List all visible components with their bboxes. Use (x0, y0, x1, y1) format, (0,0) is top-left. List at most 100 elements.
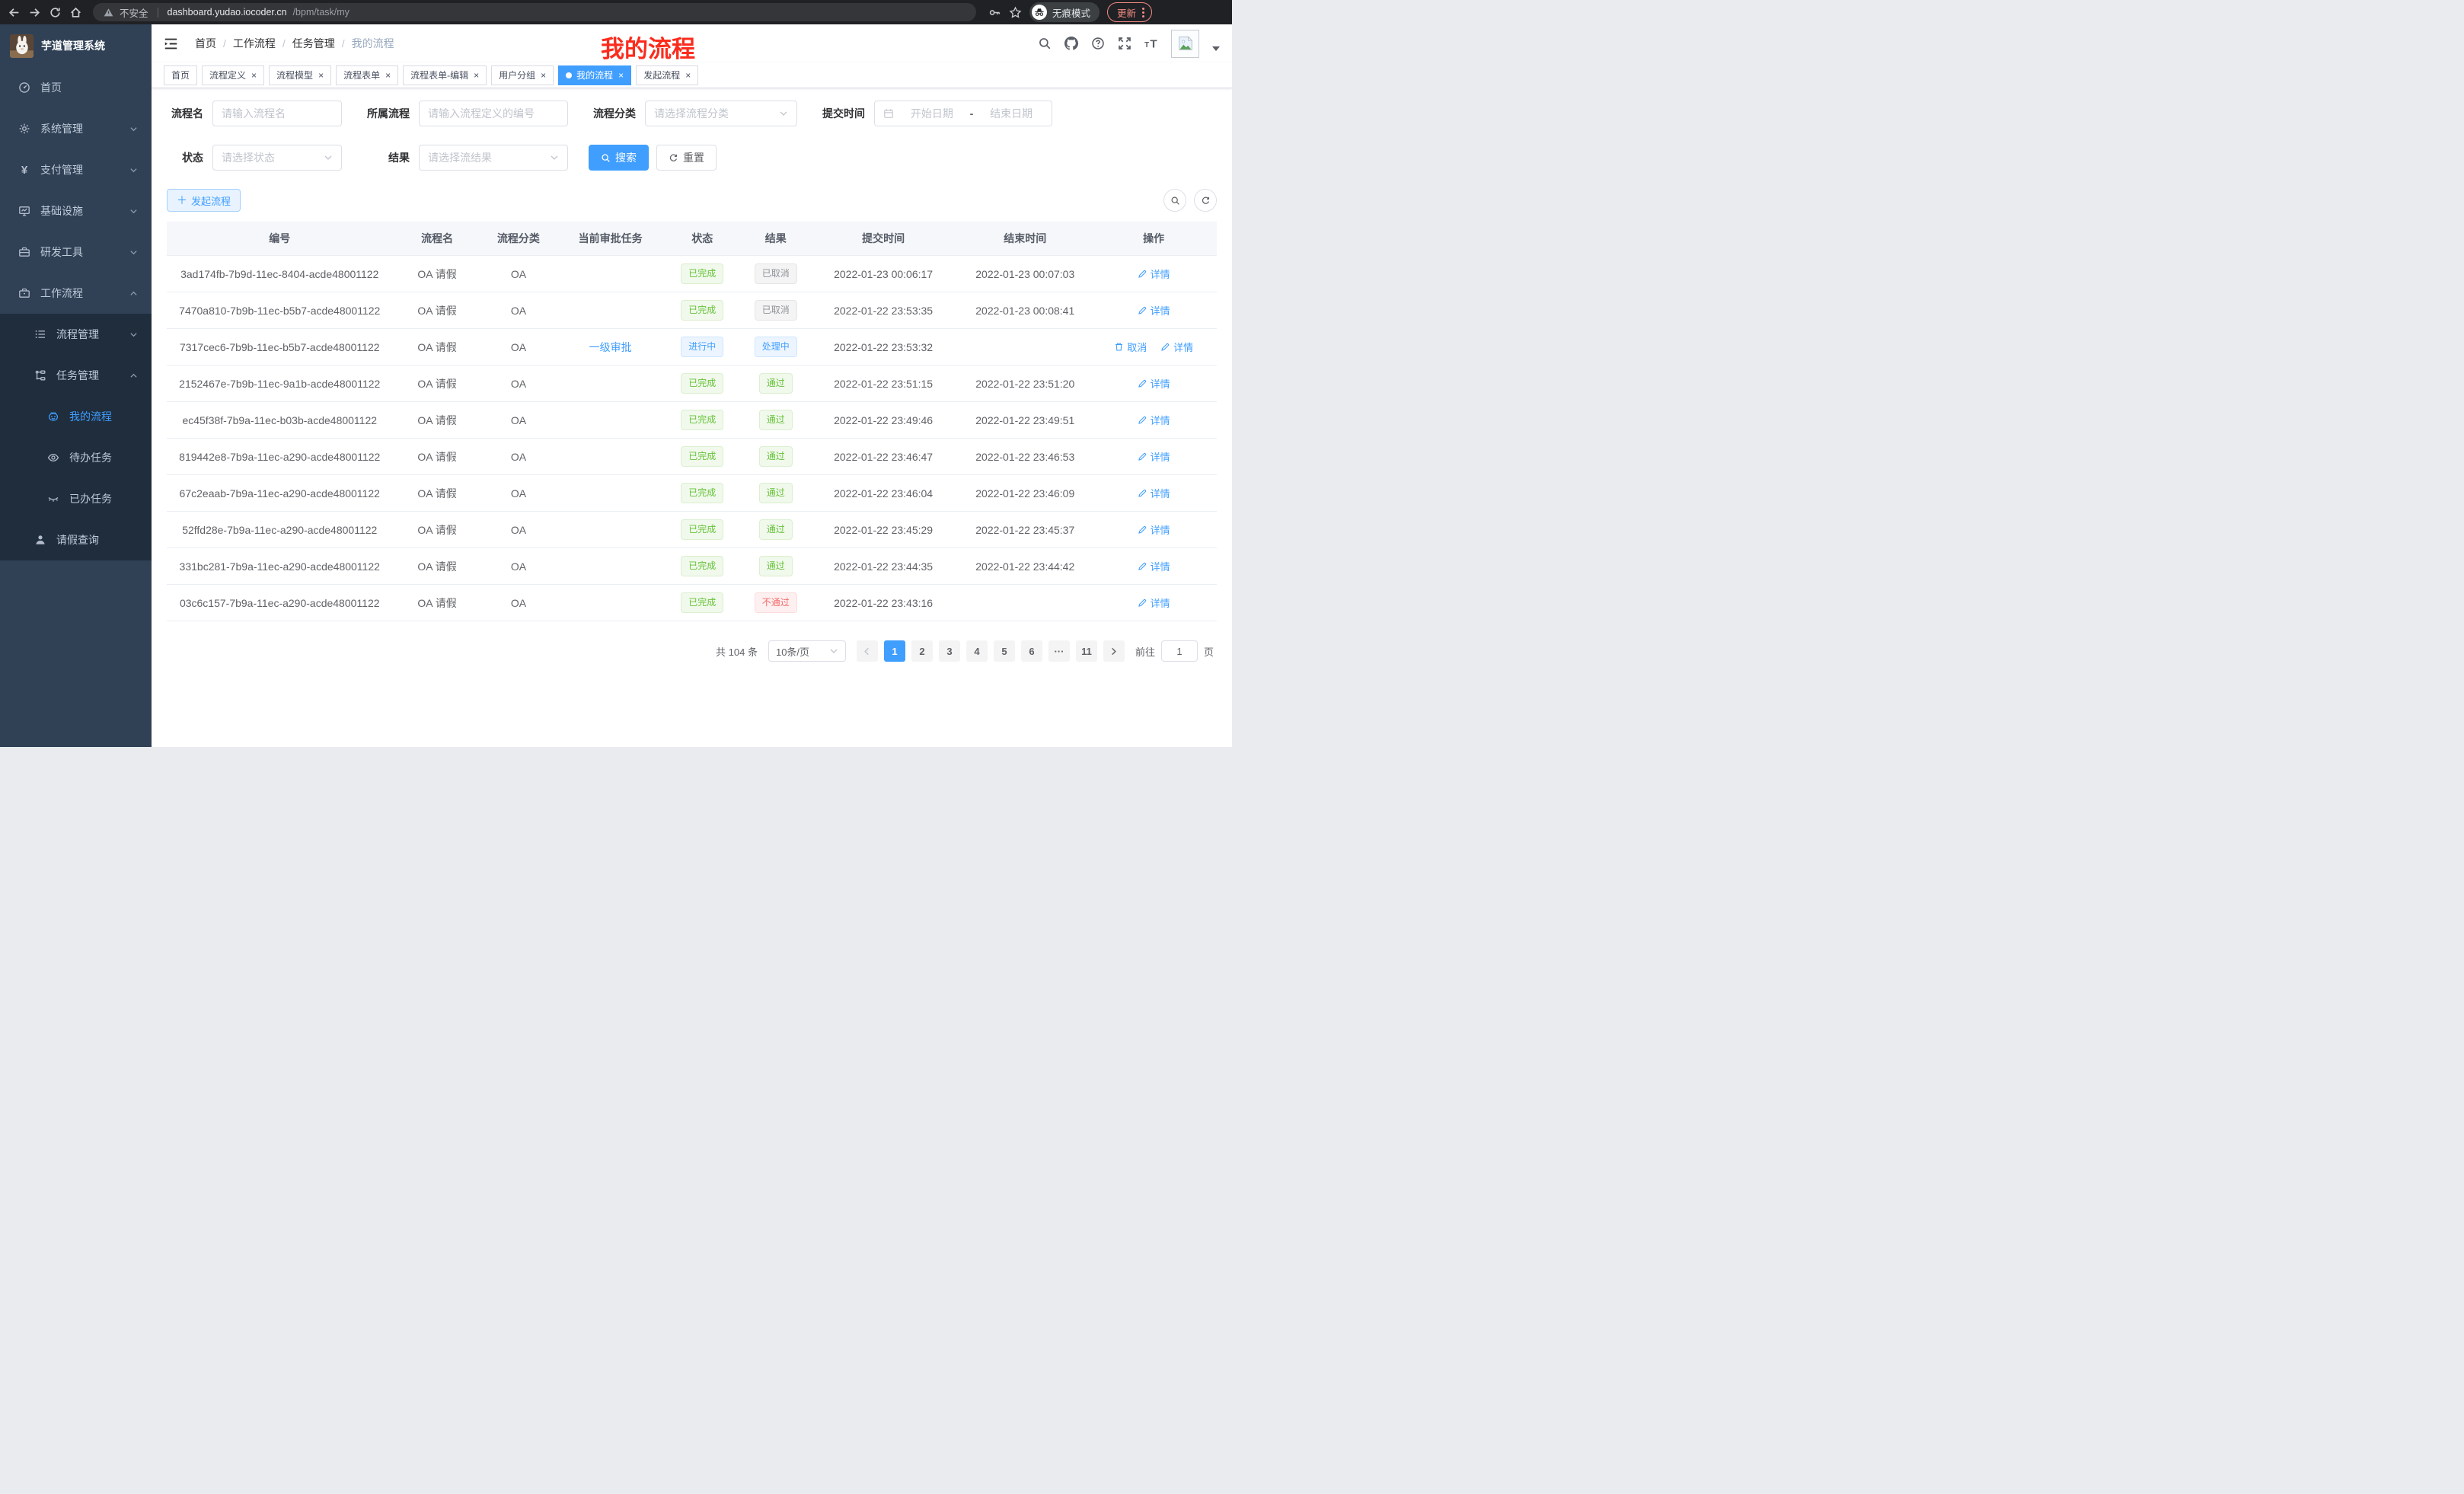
date-separator: - (970, 107, 974, 120)
avatar-caret-icon[interactable] (1212, 46, 1220, 51)
result-select[interactable] (419, 145, 568, 171)
back-icon[interactable] (8, 6, 21, 19)
status-select[interactable] (212, 145, 342, 171)
detail-action[interactable]: 详情 (1138, 486, 1170, 500)
browser-update-button[interactable]: 更新 (1107, 2, 1152, 22)
tabs-bar: 首页流程定义×流程模型×流程表单×流程表单-编辑×用户分组×我的流程×发起流程× (152, 62, 1232, 88)
github-icon[interactable] (1064, 37, 1078, 50)
plus-icon: ＋ (177, 195, 187, 206)
security-label[interactable]: 不安全 (120, 5, 148, 20)
sidebar-item-home[interactable]: 首页 (0, 67, 152, 108)
prev-page-button[interactable] (857, 640, 878, 662)
cell-status: 已完成 (665, 446, 739, 467)
tab[interactable]: 用户分组× (491, 65, 554, 85)
process-definition-input-field[interactable] (428, 107, 559, 120)
page-button[interactable]: 11 (1076, 640, 1097, 662)
address-bar[interactable]: 不安全 dashboard.yudao.iocoder.cn/bpm/task/… (93, 3, 976, 21)
tab[interactable]: 流程模型× (269, 65, 331, 85)
page-button[interactable]: 4 (966, 640, 988, 662)
category-select[interactable] (645, 101, 797, 126)
detail-action[interactable]: 详情 (1138, 449, 1170, 464)
breadcrumb-item[interactable]: 任务管理 (292, 36, 335, 51)
detail-action[interactable]: 详情 (1138, 376, 1170, 391)
page-button[interactable]: 2 (911, 640, 933, 662)
font-size-icon[interactable]: TT (1144, 37, 1158, 50)
show-search-button[interactable] (1163, 189, 1186, 212)
app-logo[interactable]: 芋道管理系统 (0, 24, 152, 67)
submit-time-range-picker[interactable]: 开始日期 - 结束日期 (874, 101, 1052, 126)
detail-action[interactable]: 详情 (1160, 340, 1193, 354)
reload-icon[interactable] (49, 6, 62, 19)
fullscreen-icon[interactable] (1118, 37, 1131, 50)
sidebar-item-system[interactable]: 系统管理 (0, 108, 152, 149)
cancel-action[interactable]: 取消 (1114, 340, 1147, 354)
browser-menu-icon[interactable] (1142, 8, 1144, 18)
sidebar-item-workflow[interactable]: 工作流程 (0, 273, 152, 314)
sidebar-item-done-task[interactable]: 已办任务 (0, 478, 152, 519)
process-name-input-field[interactable] (222, 107, 333, 120)
sidebar-item-my-process[interactable]: 我的流程 (0, 396, 152, 437)
annotation-overlay: 我的流程 (601, 30, 695, 64)
page-size-select[interactable]: 10条/页 (768, 640, 846, 662)
sidebar-item-infra[interactable]: 基础设施 (0, 190, 152, 231)
bookmark-star-icon[interactable] (1009, 6, 1022, 19)
detail-action[interactable]: 详情 (1138, 522, 1170, 537)
process-name-input[interactable] (212, 101, 342, 126)
detail-action[interactable]: 详情 (1138, 595, 1170, 610)
tab[interactable]: 流程表单-编辑× (403, 65, 487, 85)
tab-close-icon[interactable]: × (385, 71, 391, 80)
sidebar-item-process-mgmt[interactable]: 流程管理 (0, 314, 152, 355)
tab-close-icon[interactable]: × (474, 71, 479, 80)
search-button[interactable]: 搜索 (589, 145, 649, 171)
result-badge: 已取消 (755, 300, 797, 321)
tab[interactable]: 发起流程× (636, 65, 698, 85)
sidebar-item-task-mgmt[interactable]: 任务管理 (0, 355, 152, 396)
category-select-field[interactable] (654, 107, 779, 120)
end-date-placeholder[interactable]: 结束日期 (979, 106, 1043, 121)
password-key-icon[interactable] (988, 6, 1001, 19)
tab-close-icon[interactable]: × (685, 71, 691, 80)
avatar[interactable] (1171, 30, 1199, 58)
process-definition-input[interactable] (419, 101, 568, 126)
filter-category: 流程分类 (589, 101, 797, 126)
detail-action[interactable]: 详情 (1138, 303, 1170, 318)
cell-result: 不通过 (739, 592, 813, 613)
status-select-field[interactable] (222, 152, 324, 164)
tab[interactable]: 流程定义× (202, 65, 264, 85)
tab[interactable]: 首页 (164, 65, 197, 85)
page-button[interactable]: 1 (884, 640, 905, 662)
sidebar-item-todo-task[interactable]: 待办任务 (0, 437, 152, 478)
breadcrumb-item[interactable]: 工作流程 (233, 36, 276, 51)
help-icon[interactable] (1091, 37, 1105, 50)
reset-button[interactable]: 重置 (656, 145, 717, 171)
page-button[interactable]: 6 (1021, 640, 1042, 662)
start-date-placeholder[interactable]: 开始日期 (900, 106, 964, 121)
next-page-button[interactable] (1103, 640, 1125, 662)
current-task-link[interactable]: 一级审批 (589, 341, 632, 353)
detail-action[interactable]: 详情 (1138, 267, 1170, 281)
home-icon[interactable] (69, 6, 82, 19)
sidebar-toggle-icon[interactable] (164, 37, 178, 51)
goto-page-input[interactable]: 1 (1161, 640, 1198, 662)
create-process-button[interactable]: ＋ 发起流程 (167, 189, 241, 212)
detail-action[interactable]: 详情 (1138, 413, 1170, 427)
sidebar-item-label: 支付管理 (40, 162, 83, 177)
sidebar-item-devtools[interactable]: 研发工具 (0, 231, 152, 273)
forward-icon[interactable] (28, 6, 41, 19)
search-icon[interactable] (1038, 37, 1052, 50)
refresh-button[interactable] (1194, 189, 1217, 212)
breadcrumb-item[interactable]: 首页 (195, 36, 216, 51)
page-button[interactable]: 5 (994, 640, 1015, 662)
result-select-field[interactable] (428, 152, 550, 164)
page-button[interactable]: 3 (939, 640, 960, 662)
tab-close-icon[interactable]: × (318, 71, 324, 80)
page-ellipsis-button[interactable]: ··· (1048, 640, 1070, 662)
sidebar-item-payment[interactable]: ¥ 支付管理 (0, 149, 152, 190)
tab-close-icon[interactable]: × (251, 71, 257, 80)
tab-close-icon[interactable]: × (541, 71, 546, 80)
sidebar-item-leave-query[interactable]: 请假查询 (0, 519, 152, 560)
tab-close-icon[interactable]: × (618, 71, 624, 80)
tab[interactable]: 流程表单× (336, 65, 398, 85)
tab[interactable]: 我的流程× (558, 65, 631, 85)
detail-action[interactable]: 详情 (1138, 559, 1170, 573)
